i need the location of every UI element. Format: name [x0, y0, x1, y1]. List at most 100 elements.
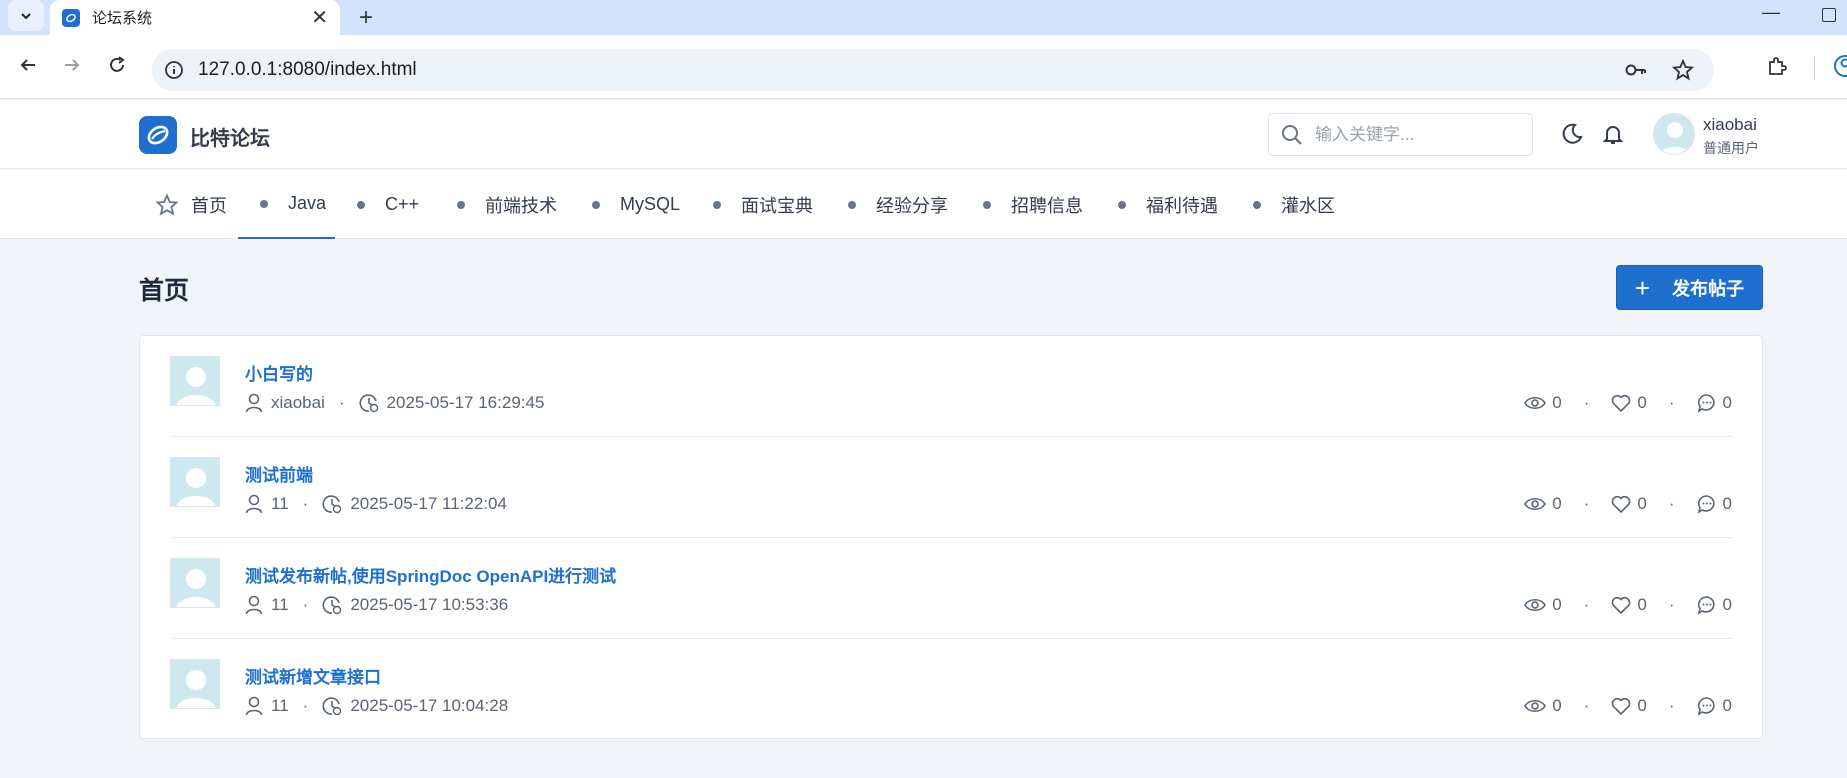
- post-meta: 11 · 2025-05-17 10:53:36: [245, 595, 508, 615]
- window-maximize-button[interactable]: [1822, 8, 1836, 22]
- stats-separator: ·: [1583, 393, 1590, 412]
- post-meta: 11 · 2025-05-17 10:04:28: [245, 696, 508, 716]
- site-brand[interactable]: 比特论坛: [190, 122, 270, 151]
- heart-icon[interactable]: [1611, 596, 1631, 614]
- browser-profile-icon[interactable]: [1832, 55, 1847, 77]
- post-author-avatar[interactable]: [170, 659, 220, 709]
- user-icon: [245, 595, 263, 615]
- logo-icon: [147, 125, 169, 145]
- extensions-icon[interactable]: [1766, 55, 1788, 77]
- stats-separator: ·: [1583, 696, 1590, 715]
- stats-separator: ·: [1668, 696, 1675, 715]
- post-author-avatar[interactable]: [170, 558, 220, 608]
- url-text: 127.0.0.1:8080/index.html: [198, 59, 417, 80]
- post-likes: 0: [1637, 595, 1647, 614]
- post-row[interactable]: 测试前端 11 · 2025-05-17 11:22:04 0 · 0 · 0: [170, 437, 1732, 538]
- post-views: 0: [1552, 595, 1562, 614]
- eye-icon: [1524, 395, 1547, 411]
- post-title[interactable]: 测试前端: [245, 461, 313, 486]
- nav-item-cpp[interactable]: C++: [357, 170, 419, 239]
- nav-item-frontend[interactable]: 前端技术: [457, 170, 557, 239]
- clock-icon: [322, 595, 342, 615]
- notification-bell-icon[interactable]: [1601, 122, 1625, 146]
- nav-item-label: 招聘信息: [1011, 195, 1083, 216]
- nav-item-chat[interactable]: 灌水区: [1253, 170, 1335, 239]
- default-avatar-icon: [176, 367, 216, 405]
- stats-separator: ·: [1583, 494, 1590, 513]
- site-info-icon[interactable]: [164, 60, 184, 80]
- nav-dot: [713, 200, 721, 209]
- window-minimize-button[interactable]: —: [1762, 2, 1780, 23]
- heart-icon[interactable]: [1611, 394, 1631, 412]
- nav-dot: [1118, 200, 1126, 209]
- reload-button[interactable]: [103, 51, 131, 79]
- clock-icon: [322, 494, 342, 514]
- back-button[interactable]: [14, 51, 42, 79]
- post-row[interactable]: 小白写的 xiaobai · 2025-05-17 16:29:45 0 · 0…: [170, 336, 1732, 437]
- post-title[interactable]: 小白写的: [245, 360, 313, 385]
- post-author[interactable]: 11: [271, 696, 289, 716]
- post-stats: 0 · 0 · 0: [1524, 393, 1732, 413]
- stats-separator: ·: [1668, 494, 1675, 513]
- stats-separator: ·: [1668, 595, 1675, 614]
- post-row[interactable]: 测试新增文章接口 11 · 2025-05-17 10:04:28 0 · 0 …: [170, 639, 1732, 740]
- post-author[interactable]: 11: [271, 595, 289, 615]
- user-name[interactable]: xiaobai: [1703, 115, 1757, 135]
- user-avatar[interactable]: [1653, 113, 1695, 155]
- default-avatar-icon: [176, 468, 216, 506]
- nav-item-jobs[interactable]: 招聘信息: [983, 170, 1083, 239]
- post-title[interactable]: 测试发布新帖,使用SpringDoc OpenAPI进行测试: [245, 562, 616, 587]
- category-nav: 首页 Java C++ 前端技术 MySQL 面试宝典 经验分享 招聘信息 福利…: [0, 170, 1847, 239]
- browser-tab-active[interactable]: 论坛系统 ✕: [50, 0, 340, 35]
- nav-dot: [592, 200, 600, 209]
- nav-item-home[interactable]: 首页: [155, 170, 227, 239]
- post-author[interactable]: 11: [271, 494, 289, 514]
- plus-icon: +: [1634, 272, 1651, 303]
- new-tab-button[interactable]: +: [352, 4, 380, 32]
- key-icon[interactable]: [1624, 59, 1648, 81]
- post-comments: 0: [1722, 393, 1732, 412]
- address-bar[interactable]: 127.0.0.1:8080/index.html: [152, 49, 1714, 91]
- tab-close-icon[interactable]: ✕: [311, 5, 328, 30]
- meta-separator: ·: [338, 393, 345, 412]
- heart-icon[interactable]: [1611, 495, 1631, 513]
- comment-icon: [1697, 595, 1717, 615]
- heart-icon[interactable]: [1611, 697, 1631, 715]
- default-avatar-icon: [1659, 122, 1691, 154]
- post-author[interactable]: xiaobai: [271, 393, 325, 413]
- nav-item-label: 经验分享: [876, 195, 948, 216]
- user-role: 普通用户: [1703, 140, 1759, 156]
- post-title[interactable]: 测试新增文章接口: [245, 663, 381, 688]
- nav-item-experience[interactable]: 经验分享: [848, 170, 948, 239]
- post-author-avatar[interactable]: [170, 457, 220, 507]
- post-stats: 0 · 0 · 0: [1524, 696, 1732, 716]
- toolbar-separator: [1814, 57, 1815, 79]
- nav-item-java[interactable]: Java: [238, 170, 335, 239]
- star-icon: [155, 192, 179, 216]
- forward-button[interactable]: [58, 51, 86, 79]
- dark-mode-moon-icon[interactable]: [1560, 122, 1584, 146]
- default-avatar-icon: [176, 670, 216, 708]
- post-time: 2025-05-17 10:53:36: [350, 595, 509, 614]
- site-logo[interactable]: [139, 116, 177, 154]
- user-icon: [245, 393, 263, 413]
- publish-post-button[interactable]: + 发布帖子: [1616, 265, 1763, 310]
- post-row[interactable]: 测试发布新帖,使用SpringDoc OpenAPI进行测试 11 · 2025…: [170, 538, 1732, 639]
- tab-search-button[interactable]: [8, 0, 44, 31]
- post-list: 小白写的 xiaobai · 2025-05-17 16:29:45 0 · 0…: [139, 335, 1763, 739]
- nav-item-benefits[interactable]: 福利待遇: [1118, 170, 1218, 239]
- nav-item-interview[interactable]: 面试宝典: [713, 170, 813, 239]
- clock-icon: [359, 393, 379, 413]
- post-meta: 11 · 2025-05-17 11:22:04: [245, 494, 507, 514]
- stats-separator: ·: [1668, 393, 1675, 412]
- post-stats: 0 · 0 · 0: [1524, 595, 1732, 615]
- site-search[interactable]: [1268, 113, 1533, 156]
- post-author-avatar[interactable]: [170, 356, 220, 406]
- nav-item-mysql[interactable]: MySQL: [592, 170, 680, 239]
- search-input[interactable]: [1315, 124, 1515, 145]
- bookmark-star-icon[interactable]: [1672, 59, 1694, 81]
- post-meta: xiaobai · 2025-05-17 16:29:45: [245, 393, 544, 413]
- post-likes: 0: [1637, 393, 1647, 412]
- nav-dot: [848, 200, 856, 209]
- nav-item-label: 首页: [191, 195, 227, 216]
